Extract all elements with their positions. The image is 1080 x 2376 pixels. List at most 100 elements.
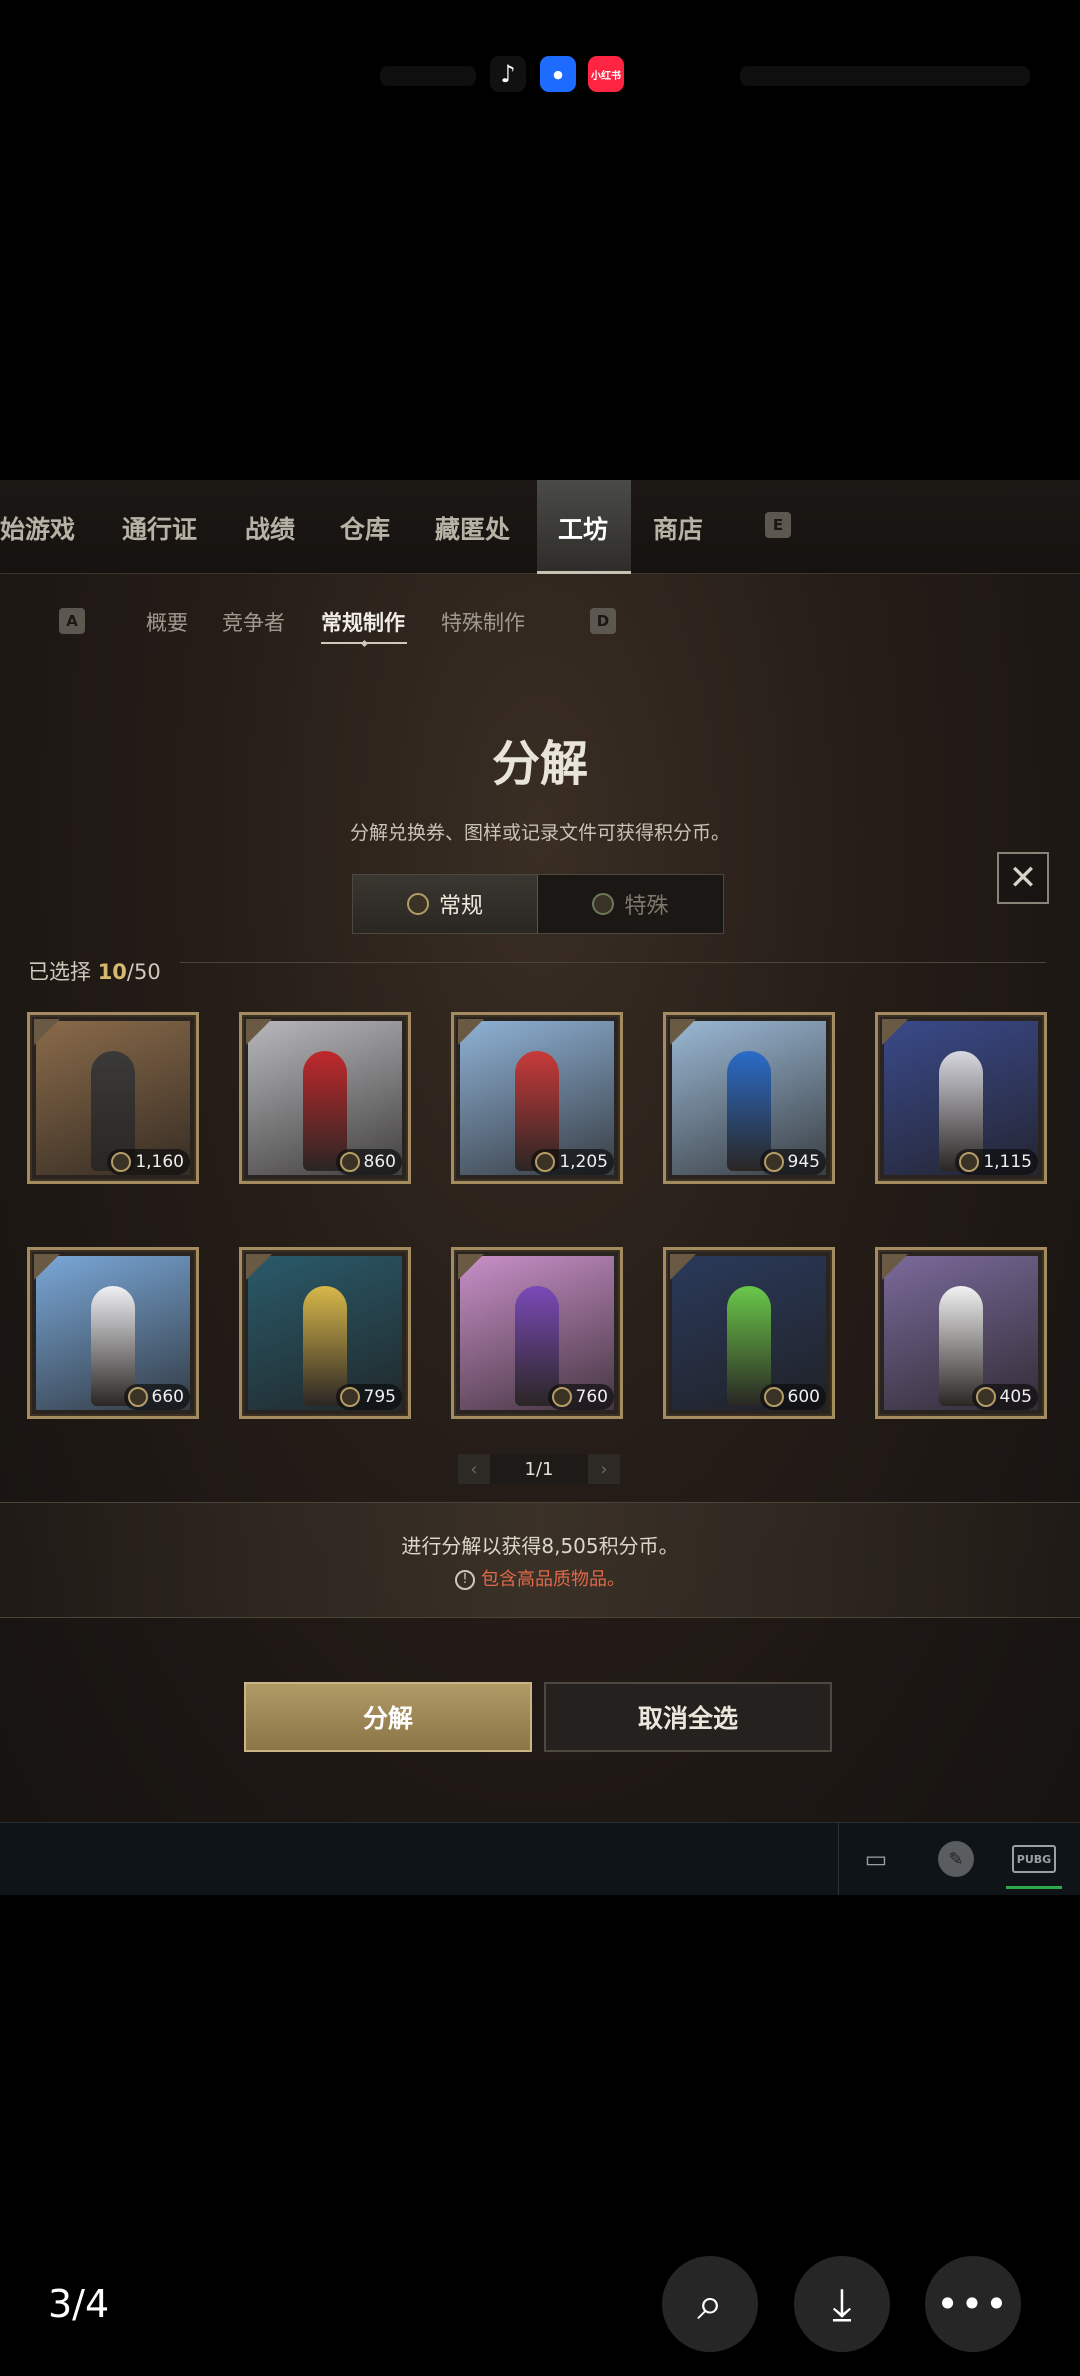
gain-text: 进行分解以获得8,505积分币。 bbox=[401, 1534, 679, 1558]
item-value: 405 bbox=[971, 1384, 1038, 1410]
item-corner-mark bbox=[34, 1254, 60, 1280]
key-hint-e: E bbox=[765, 512, 791, 538]
deselect-all-button[interactable]: 取消全选 bbox=[544, 1682, 832, 1752]
item-value-label: 760 bbox=[575, 1387, 608, 1407]
more-icon: ••• bbox=[936, 2282, 1010, 2326]
item-value: 945 bbox=[759, 1149, 826, 1175]
xiaohongshu-icon: 小红书 bbox=[588, 56, 624, 92]
status-bar: ♪ ● 小红书 bbox=[0, 56, 1080, 104]
tab-storage[interactable]: 仓库 bbox=[340, 510, 390, 546]
toggle-special[interactable]: 特殊 bbox=[538, 875, 723, 933]
subtab-regular-crafting[interactable]: 常规制作 bbox=[321, 607, 405, 637]
coin-icon bbox=[339, 1152, 360, 1172]
coin-icon bbox=[127, 1387, 148, 1407]
item-value-label: 405 bbox=[999, 1387, 1032, 1407]
selection-count: 已选择 10/50 bbox=[28, 956, 161, 986]
item-card[interactable]: 405 bbox=[875, 1247, 1047, 1419]
tab-start-game[interactable]: 始游戏 bbox=[0, 510, 75, 546]
item-corner-mark bbox=[882, 1019, 908, 1045]
subtab-special-crafting[interactable]: 特殊制作 bbox=[441, 607, 525, 637]
item-card[interactable]: 600 bbox=[663, 1247, 835, 1419]
item-value: 1,160 bbox=[107, 1149, 190, 1175]
item-corner-mark bbox=[670, 1019, 696, 1045]
item-card[interactable]: 1,205 bbox=[451, 1012, 623, 1184]
selection-number: 10 bbox=[97, 960, 127, 984]
coin-icon bbox=[959, 1152, 980, 1172]
item-corner-mark bbox=[246, 1254, 272, 1280]
item-card[interactable]: 1,160 bbox=[27, 1012, 199, 1184]
item-value-label: 600 bbox=[787, 1387, 820, 1407]
key-hint-a: A bbox=[59, 608, 85, 634]
coin-icon bbox=[551, 1387, 572, 1407]
toggle-normal-label: 常规 bbox=[438, 894, 483, 919]
download-button[interactable]: ⤓ bbox=[794, 2256, 890, 2352]
prev-page-button[interactable]: ‹ bbox=[458, 1454, 490, 1484]
status-blurred-text-left bbox=[380, 66, 476, 86]
selection-total: /50 bbox=[126, 960, 161, 984]
tab-record[interactable]: 战绩 bbox=[245, 510, 295, 546]
page-indicator: 1/1 bbox=[490, 1454, 588, 1484]
globe-icon[interactable]: ✎ bbox=[938, 1841, 974, 1877]
item-value-label: 1,160 bbox=[135, 1152, 184, 1172]
item-card[interactable]: 660 bbox=[27, 1247, 199, 1419]
pager: ‹ 1/1 › bbox=[458, 1454, 620, 1484]
page-title: 分解 bbox=[491, 736, 588, 792]
more-button[interactable]: ••• bbox=[925, 2256, 1021, 2352]
download-icon: ⤓ bbox=[832, 2278, 852, 2330]
item-card[interactable]: 860 bbox=[239, 1012, 411, 1184]
game-screen: 始游戏 通行证 战绩 仓库 藏匿处 工坊 商店 E A 概要 竞争者 常规制作 … bbox=[0, 480, 1080, 1895]
tiktok-icon: ♪ bbox=[490, 56, 526, 92]
item-value-label: 660 bbox=[151, 1387, 184, 1407]
item-card[interactable]: 945 bbox=[663, 1012, 835, 1184]
toggle-normal[interactable]: 常规 bbox=[353, 875, 538, 933]
warning-icon: ! bbox=[455, 1570, 475, 1590]
coin-icon bbox=[535, 1152, 556, 1172]
pubg-icon[interactable]: PUBG bbox=[1012, 1845, 1056, 1873]
selection-divider bbox=[180, 962, 1046, 963]
mode-toggle: 常规 特殊 bbox=[352, 874, 724, 934]
coin-icon bbox=[111, 1152, 132, 1172]
item-value-label: 860 bbox=[363, 1152, 396, 1172]
item-corner-mark bbox=[458, 1019, 484, 1045]
coin-icon bbox=[763, 1387, 784, 1407]
chat-icon[interactable]: ▭ bbox=[858, 1841, 894, 1877]
tab-stash[interactable]: 藏匿处 bbox=[435, 510, 510, 546]
message-icon: ● bbox=[540, 56, 576, 92]
item-value: 860 bbox=[335, 1149, 402, 1175]
decompose-button[interactable]: 分解 bbox=[244, 1682, 532, 1752]
coin-icon bbox=[975, 1387, 996, 1407]
special-coin-icon bbox=[592, 893, 615, 915]
tab-pass[interactable]: 通行证 bbox=[122, 510, 197, 546]
item-corner-mark bbox=[458, 1254, 484, 1280]
item-card[interactable]: 760 bbox=[451, 1247, 623, 1419]
subtab-competitor[interactable]: 竞争者 bbox=[222, 607, 285, 637]
item-corner-mark bbox=[882, 1254, 908, 1280]
result-band bbox=[0, 1502, 1080, 1618]
toggle-special-label: 特殊 bbox=[624, 894, 669, 919]
item-value: 660 bbox=[123, 1384, 190, 1410]
item-value-label: 795 bbox=[363, 1387, 396, 1407]
bottom-bar-divider bbox=[838, 1823, 839, 1895]
item-value: 1,115 bbox=[955, 1149, 1038, 1175]
top-nav: 始游戏 通行证 战绩 仓库 藏匿处 工坊 商店 E bbox=[0, 480, 1080, 574]
lens-search-button[interactable]: ⌕ bbox=[662, 2256, 758, 2352]
next-page-button[interactable]: › bbox=[588, 1454, 620, 1484]
lens-icon: ⌕ bbox=[697, 2276, 723, 2330]
item-value-label: 1,205 bbox=[559, 1152, 608, 1172]
tab-workshop[interactable]: 工坊 bbox=[558, 510, 608, 546]
coin-icon bbox=[406, 893, 429, 915]
warning-label: 包含高品质物品。 bbox=[481, 1569, 625, 1590]
image-counter: 3/4 bbox=[48, 2282, 110, 2326]
close-button[interactable]: ✕ bbox=[997, 852, 1049, 904]
pubg-active-indicator bbox=[1006, 1886, 1062, 1889]
item-value-label: 945 bbox=[787, 1152, 820, 1172]
item-value: 760 bbox=[547, 1384, 614, 1410]
tab-shop[interactable]: 商店 bbox=[653, 510, 703, 546]
subtab-overview[interactable]: 概要 bbox=[146, 607, 188, 637]
item-corner-mark bbox=[246, 1019, 272, 1045]
item-card[interactable]: 795 bbox=[239, 1247, 411, 1419]
status-blurred-text-right bbox=[740, 66, 1030, 86]
item-card[interactable]: 1,115 bbox=[875, 1012, 1047, 1184]
item-corner-mark bbox=[670, 1254, 696, 1280]
page-subtitle: 分解兑换券、图样或记录文件可获得积分币。 bbox=[349, 822, 730, 844]
